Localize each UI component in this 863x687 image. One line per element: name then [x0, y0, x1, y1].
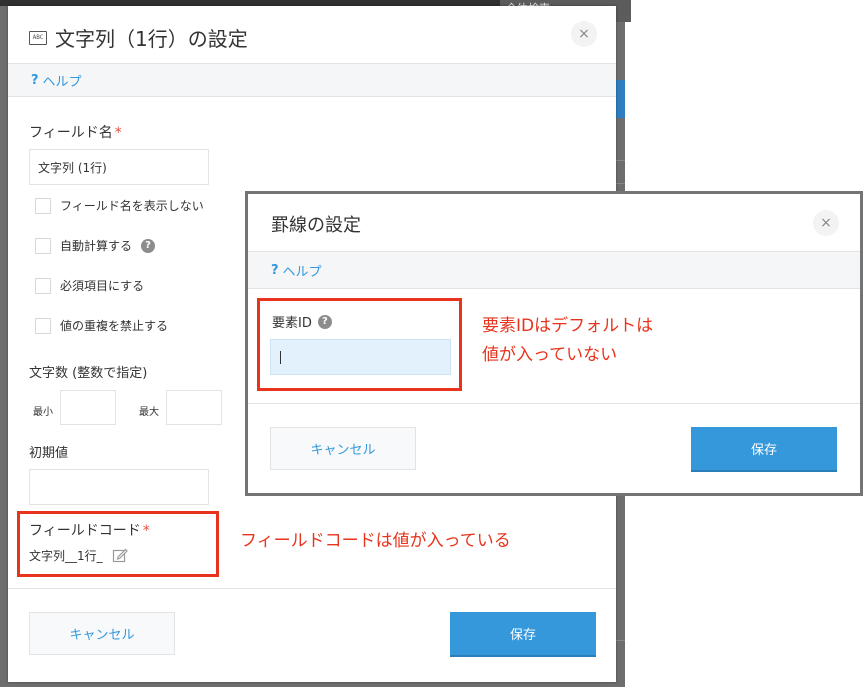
save-button[interactable]: 保存	[450, 612, 596, 657]
help-question-icon[interactable]: ?	[31, 73, 39, 88]
help-link[interactable]: ヘルプ	[43, 71, 82, 90]
abc-text-icon: ABC	[29, 30, 47, 45]
max-length-input[interactable]	[166, 390, 222, 425]
checkbox-label: 値の重複を禁止する	[60, 319, 169, 333]
auto-calc-checkbox[interactable]	[35, 237, 51, 254]
footer-divider	[248, 403, 860, 404]
cancel-button[interactable]: キャンセル	[270, 427, 416, 470]
field-name-input[interactable]: 文字列 (1行)	[29, 149, 209, 185]
hide-field-name-checkbox[interactable]	[35, 197, 51, 214]
save-button[interactable]: 保存	[691, 427, 837, 472]
field-code-highlight-box	[17, 511, 219, 577]
field-name-label: フィールド名 *	[29, 125, 122, 141]
initial-value-label: 初期値	[29, 446, 69, 461]
checkbox-row-required[interactable]: 必須項目にする	[35, 277, 144, 294]
unique-checkbox[interactable]	[35, 317, 51, 334]
dialog-title: 文字列（1行）の設定	[55, 27, 248, 51]
checkbox-label: 自動計算する	[60, 239, 133, 253]
checkbox-row-auto-calc[interactable]: 自動計算する ?	[35, 237, 156, 254]
cancel-button[interactable]: キャンセル	[29, 612, 175, 655]
checkbox-row-hide-field-name[interactable]: フィールド名を表示しない	[35, 197, 204, 214]
dialog-title: 罫線の設定	[271, 215, 361, 236]
required-checkbox[interactable]	[35, 277, 51, 294]
element-id-annotation: 要素IDはデフォルトは 値が入っていない	[482, 312, 653, 370]
annotation-line: 値が入っていない	[482, 345, 618, 365]
required-mark: *	[114, 125, 122, 141]
help-link[interactable]: ヘルプ	[283, 261, 322, 280]
char-count-label: 文字数 (整数で指定)	[29, 366, 148, 381]
initial-value-input[interactable]	[29, 469, 209, 505]
close-button[interactable]: ×	[571, 21, 597, 47]
element-id-highlight-box	[257, 298, 462, 391]
dialog-header: ABC 文字列（1行）の設定	[29, 23, 248, 52]
checkbox-label: フィールド名を表示しない	[60, 199, 204, 213]
min-label: 最小	[33, 407, 53, 418]
footer-divider	[8, 588, 616, 589]
checkbox-label: 必須項目にする	[60, 279, 145, 293]
close-button[interactable]: ×	[813, 210, 839, 236]
help-tooltip-icon[interactable]: ?	[141, 238, 156, 253]
help-bar: ? ヘルプ	[248, 251, 860, 289]
help-bar: ? ヘルプ	[8, 63, 616, 97]
min-length-input[interactable]	[60, 390, 116, 425]
annotation-line: 要素IDはデフォルトは	[482, 316, 654, 336]
max-label: 最大	[139, 407, 159, 418]
help-question-icon[interactable]: ?	[271, 263, 279, 278]
checkbox-row-unique[interactable]: 値の重複を禁止する	[35, 317, 168, 334]
field-code-annotation: フィールドコードは値が入っている	[240, 531, 511, 551]
